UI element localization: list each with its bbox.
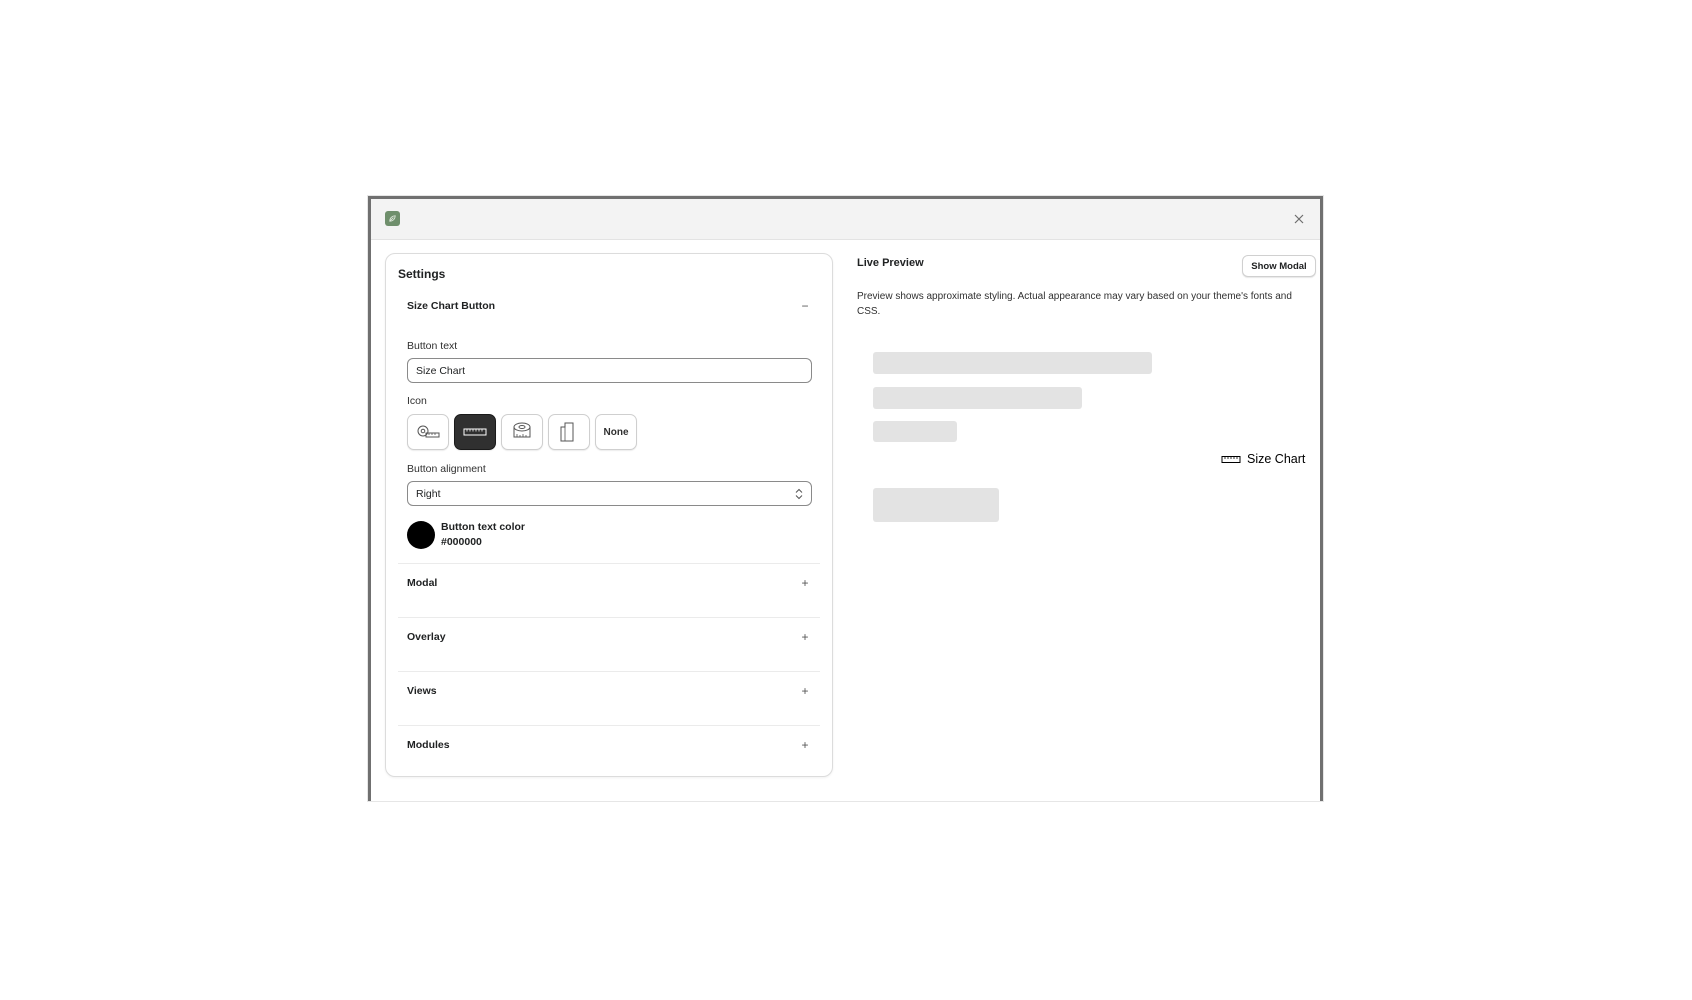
tape-roll-icon (513, 422, 531, 438)
section-overlay[interactable]: Overlay + (407, 627, 811, 647)
ruler-icon (463, 428, 487, 436)
color-swatch[interactable] (407, 521, 435, 549)
button-text-input[interactable]: Size Chart (407, 358, 812, 383)
preview-note: Preview shows approximate styling. Actua… (857, 291, 1292, 317)
section-label: Modal (407, 577, 438, 589)
show-modal-button[interactable]: Show Modal (1242, 255, 1316, 277)
icon-option-ruler[interactable] (454, 414, 496, 450)
section-label: Size Chart Button (407, 300, 496, 312)
skeleton-title-line (873, 352, 1152, 374)
skeleton-subtitle-line (873, 387, 1082, 409)
title-bar (371, 199, 1320, 240)
settings-title: Settings (398, 267, 446, 281)
button-alignment-value: Right (416, 487, 441, 500)
expand-icon: + (801, 738, 809, 752)
leaf-icon (385, 211, 400, 226)
section-label: Overlay (407, 631, 446, 643)
ruler-icon (1221, 455, 1241, 463)
tape-measure-icon (417, 425, 440, 438)
icon-label: Icon (407, 395, 427, 407)
divider (398, 563, 820, 564)
button-alignment-label: Button alignment (407, 463, 486, 475)
collapse-icon: − (801, 299, 809, 313)
preview-size-chart-button[interactable]: Size Chart (1221, 452, 1305, 466)
close-icon (1294, 214, 1304, 224)
expand-icon: + (801, 630, 809, 644)
section-label: Modules (407, 739, 450, 751)
icon-none-label: None (603, 426, 629, 438)
divider (398, 617, 820, 618)
expand-icon: + (801, 684, 809, 698)
icon-option-garment-measure[interactable] (548, 414, 590, 450)
button-text-label: Button text (407, 340, 458, 352)
section-size-chart-button[interactable]: Size Chart Button − (407, 296, 811, 316)
section-label: Views (407, 685, 437, 697)
garment-measure-icon (560, 422, 574, 442)
settings-window: Settings Size Chart Button − Button text… (368, 196, 1323, 801)
settings-panel: Settings Size Chart Button − Button text… (385, 253, 833, 777)
section-modal[interactable]: Modal + (407, 573, 811, 593)
preview-size-chart-label: Size Chart (1247, 452, 1306, 466)
button-alignment-select[interactable]: Right (407, 481, 812, 506)
icon-option-tape-measure[interactable] (407, 414, 449, 450)
button-text-value: Size Chart (416, 364, 466, 377)
button-text-color-value: #000000 (441, 536, 482, 548)
divider (398, 725, 820, 726)
expand-icon: + (801, 576, 809, 590)
icon-picker: None (407, 414, 637, 450)
live-preview-title: Live Preview (857, 257, 924, 269)
section-modules[interactable]: Modules + (407, 735, 811, 755)
button-text-color-label: Button text color (441, 521, 525, 533)
skeleton-price-line (873, 421, 957, 442)
skeleton-add-to-cart (873, 488, 999, 522)
divider (398, 671, 820, 672)
chevron-up-down-icon (795, 488, 803, 499)
icon-option-none[interactable]: None (595, 414, 637, 450)
icon-option-tape-roll[interactable] (501, 414, 543, 450)
close-button[interactable] (1290, 210, 1308, 228)
section-views[interactable]: Views + (407, 681, 811, 701)
button-text-color-row: Button text color #000000 (407, 520, 525, 550)
